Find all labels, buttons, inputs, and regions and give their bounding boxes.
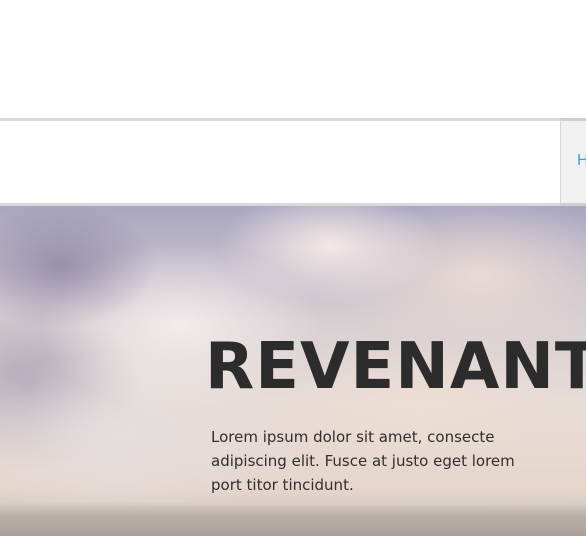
- top-bar: [0, 0, 586, 118]
- nav-tab-label[interactable]: H: [577, 152, 586, 170]
- hero-banner: REVENANT I Lorem ipsum dolor sit amet, c…: [0, 206, 586, 536]
- hero-sea: [0, 502, 586, 536]
- hero-title: REVENANT I: [205, 330, 586, 404]
- navigation-bar: H: [0, 118, 586, 206]
- nav-tab-home[interactable]: H: [560, 118, 586, 206]
- hero-description: Lorem ipsum dolor sit amet, consecte adi…: [211, 428, 515, 494]
